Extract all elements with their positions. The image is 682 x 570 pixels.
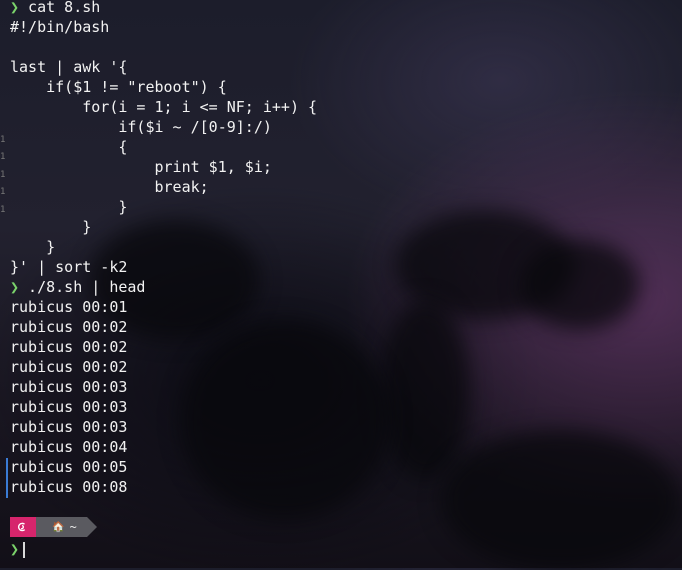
line-text: } [10,238,56,256]
line-text: cat 8.sh [19,0,101,16]
line-text: rubicus 00:02 [10,318,128,336]
output-line: { [10,137,682,157]
line-text: rubicus 00:02 [10,338,128,356]
current-directory: ~ [69,520,77,534]
command-line: ❯ cat 8.sh [10,0,682,17]
line-text: rubicus 00:03 [10,378,128,396]
line-text: if($i ~ /[0-9]:/) [10,118,272,136]
output-line: } [10,237,682,257]
line-text: rubicus 00:04 [10,438,128,456]
line-text: rubicus 00:05 [10,458,128,476]
output-line: rubicus 00:05 [10,457,682,477]
output-line: } [10,197,682,217]
line-text: ./8.sh | head [19,278,146,296]
text-cursor [23,541,26,558]
input-line[interactable]: ❯ [10,539,26,559]
output-line: for(i = 1; i <= NF; i++) { [10,97,682,117]
debian-swirl-icon [17,522,26,532]
output-line: }' | sort -k2 [10,257,682,277]
line-text: rubicus 00:03 [10,398,128,416]
os-segment [10,517,46,537]
line-text: print $1, $i; [10,158,272,176]
prompt-symbol: ❯ [10,540,20,558]
line-text: rubicus 00:08 [10,478,128,496]
terminal-window[interactable]: ❯ cat 8.sh #!/bin/bash last | awk '{ if($1… [0,0,682,568]
line-text: rubicus 00:02 [10,358,128,376]
line-text: rubicus 00:01 [10,298,128,316]
line-text: } [10,198,128,216]
line-text: } [10,218,92,236]
terminal-output: ❯ cat 8.sh #!/bin/bash last | awk '{ if($1… [10,0,682,497]
output-line: } [10,217,682,237]
output-line: rubicus 00:02 [10,357,682,377]
line-text: last | awk '{ [10,58,128,76]
output-line: rubicus 00:02 [10,317,682,337]
line-text: rubicus 00:03 [10,418,128,436]
prompt-segments: 🏠 ~ [10,517,97,537]
command-line: ❯ ./8.sh | head [10,277,682,297]
line-text: { [10,138,128,156]
output-line: print $1, $i; [10,157,682,177]
output-line: rubicus 00:01 [10,297,682,317]
line-text: if($1 != "reboot") { [10,78,227,96]
output-line: rubicus 00:03 [10,377,682,397]
line-text: }' | sort -k2 [10,258,128,276]
home-icon: 🏠 [52,521,65,533]
line-text: for(i = 1; i <= NF; i++) { [10,98,318,116]
output-line: rubicus 00:04 [10,437,682,457]
output-line: break; [10,177,682,197]
output-line: #!/bin/bash [10,17,682,37]
output-line: if($i ~ /[0-9]:/) [10,117,682,137]
output-line: rubicus 00:03 [10,397,682,417]
line-text: #!/bin/bash [10,18,110,36]
output-line: last | awk '{ [10,57,682,77]
output-line: rubicus 00:08 [10,477,682,497]
line-text: break; [10,178,209,196]
output-line: rubicus 00:02 [10,337,682,357]
prompt-symbol: ❯ [10,278,20,296]
prompt-symbol: ❯ [10,0,20,16]
output-line: rubicus 00:03 [10,417,682,437]
directory-segment: 🏠 ~ [36,517,97,537]
output-line: if($1 != "reboot") { [10,77,682,97]
